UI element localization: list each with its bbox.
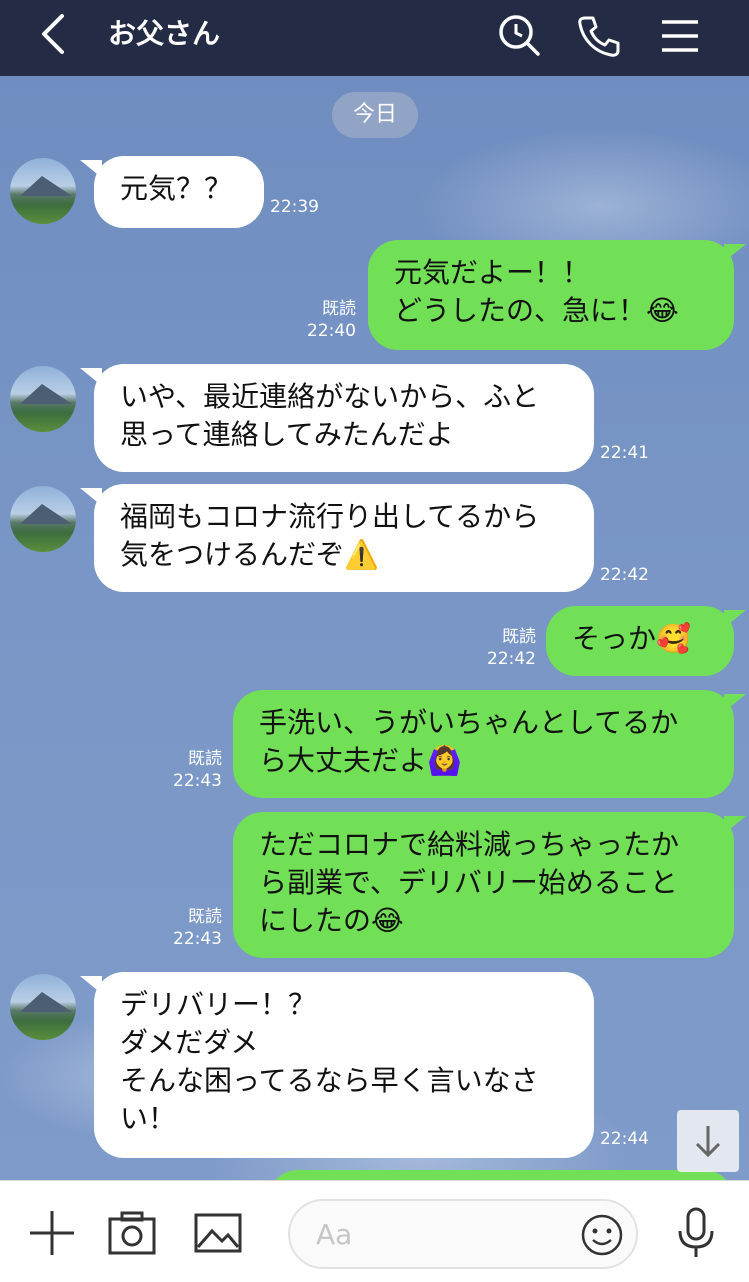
contact-avatar[interactable] [10, 158, 76, 224]
message-time: 22:39 [270, 197, 319, 217]
message-bubble-incoming[interactable]: いや、最近連絡がないから、ふと 思って連絡してみたんだよ [94, 364, 594, 472]
menu-icon[interactable] [656, 12, 704, 60]
message-time: 22:43 [173, 929, 222, 949]
message-bubble-outgoing[interactable]: 元気だよー！！ どうしたの、急に！😂 [368, 240, 734, 350]
search-icon[interactable] [496, 12, 544, 60]
message-input-bar: Aa [0, 1180, 749, 1282]
message-bubble-outgoing[interactable]: そっか🥰 [546, 606, 734, 676]
message-time: 22:41 [600, 443, 649, 463]
contact-avatar[interactable] [10, 366, 76, 432]
read-receipt: 既読 [502, 627, 536, 647]
message-bubble-outgoing[interactable]: ただコロナで給料減っちゃったか ら副業で、デリバリー始めること にしたの😂 [233, 812, 734, 958]
message-bubble-incoming[interactable]: 元気？？ [94, 156, 264, 228]
message-input-placeholder: Aa [316, 1218, 353, 1251]
message-bubble-incoming[interactable]: デリバリー！？ ダメだダメ そんな困ってるなら早く言いなさ い！ [94, 972, 594, 1158]
message-bubble-outgoing[interactable]: 手洗い、うがいちゃんとしてるか ら大丈夫だよ🙆‍♀️ [233, 690, 734, 798]
contact-avatar[interactable] [10, 486, 76, 552]
read-receipt: 既読 [188, 749, 222, 769]
message-time: 22:44 [600, 1129, 649, 1149]
message-time: 22:42 [600, 565, 649, 585]
camera-icon[interactable] [104, 1205, 160, 1261]
back-chevron-icon[interactable] [36, 12, 72, 56]
message-input[interactable]: Aa [288, 1199, 638, 1269]
plus-icon[interactable] [24, 1205, 80, 1261]
bubble-tail [724, 694, 746, 712]
read-receipt: 既読 [322, 299, 356, 319]
message-bubble-outgoing-partial[interactable] [268, 1170, 734, 1180]
chat-area[interactable]: 今日 元気？？ 22:39 元気だよー！！ どうしたの、急に！😂 既読 22:4… [0, 76, 749, 1180]
bubble-tail [724, 244, 746, 262]
contact-avatar[interactable] [10, 974, 76, 1040]
scroll-to-bottom-button[interactable] [677, 1110, 739, 1172]
arrow-down-icon [695, 1126, 721, 1158]
message-time: 22:40 [307, 321, 356, 341]
bubble-tail [724, 610, 746, 628]
read-receipt: 既読 [188, 907, 222, 927]
message-bubble-incoming[interactable]: 福岡もコロナ流行り出してるから 気をつけるんだぞ⚠️ [94, 484, 594, 592]
emoji-icon[interactable] [580, 1213, 624, 1257]
message-time: 22:42 [487, 649, 536, 669]
chat-title: お父さん [108, 17, 221, 50]
chat-header: お父さん [0, 0, 749, 76]
image-icon[interactable] [190, 1205, 246, 1261]
bubble-tail [724, 816, 746, 834]
microphone-icon[interactable] [668, 1205, 724, 1261]
date-separator: 今日 [332, 92, 418, 138]
message-time: 22:43 [173, 771, 222, 791]
phone-icon[interactable] [575, 12, 623, 60]
